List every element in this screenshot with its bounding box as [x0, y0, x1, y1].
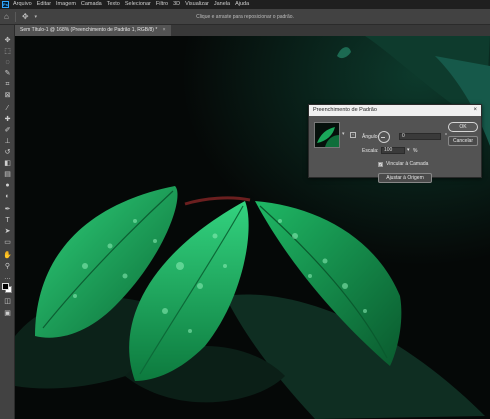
angle-unit: °: [445, 133, 447, 139]
pattern-preview-thumbnail[interactable]: [314, 122, 340, 148]
dodge-icon[interactable]: ◐: [2, 192, 13, 202]
photoshop-logo-icon: Ps: [2, 1, 9, 8]
angle-label: Ângulo:: [362, 134, 379, 140]
document-canvas[interactable]: [15, 36, 490, 419]
move-icon[interactable]: ✥: [2, 36, 13, 46]
stamp-icon[interactable]: ⊥: [2, 137, 13, 147]
gradient-icon[interactable]: ▤: [2, 170, 13, 180]
document-tab-title: Sem Título-1 @ 168% (Preenchimento de Pa…: [20, 27, 158, 33]
eraser-icon[interactable]: ◧: [2, 159, 13, 169]
rectangle-icon[interactable]: ▭: [2, 238, 13, 248]
zoom-icon[interactable]: ⚲: [2, 262, 13, 272]
close-icon[interactable]: ×: [473, 105, 477, 116]
tools-panel: ✥ ⬚ ◌ ✎ ⌗ ⊠ ⁄ ✚ ✐ ⊥ ↺ ◧ ▤ ● ◐ ✒ T ➤ ▭ ✋ …: [0, 25, 15, 419]
scale-label: Escala:: [362, 148, 379, 154]
marquee-icon[interactable]: ⬚: [2, 47, 13, 57]
foreground-color-swatch[interactable]: [2, 283, 9, 290]
scale-chevron-icon[interactable]: ▾: [407, 147, 410, 153]
scale-input[interactable]: 100: [381, 147, 405, 154]
crop-icon[interactable]: ⌗: [2, 80, 13, 90]
document-tab[interactable]: Sem Título-1 @ 168% (Preenchimento de Pa…: [15, 25, 171, 36]
menu-editar[interactable]: Editar: [37, 0, 51, 9]
chevron-down-icon[interactable]: ▾: [35, 9, 38, 25]
pattern-picker-chevron-icon[interactable]: ▾: [342, 131, 345, 137]
type-icon[interactable]: T: [2, 216, 13, 226]
link-with-layer-checkbox[interactable]: ✓: [378, 162, 383, 167]
quick-mask-icon[interactable]: ◫: [2, 297, 13, 307]
dialog-titlebar[interactable]: Preenchimento de Padrão ×: [309, 105, 481, 116]
cancel-button[interactable]: Cancelar: [448, 136, 478, 146]
menu-visualizar[interactable]: Visualizar: [185, 0, 209, 9]
menu-selecionar[interactable]: Selecionar: [125, 0, 151, 9]
frame-icon[interactable]: ⊠: [2, 91, 13, 101]
move-tool-preset-icon[interactable]: ✥: [22, 9, 29, 25]
blur-icon[interactable]: ●: [2, 181, 13, 191]
menu-texto[interactable]: Texto: [107, 0, 120, 9]
link-with-layer-label: Vincular à Camada: [386, 161, 429, 167]
angle-input[interactable]: 0: [399, 133, 441, 140]
menu-janela[interactable]: Janela: [214, 0, 230, 9]
options-hint: Clique e arraste para reposicionar o pad…: [196, 14, 294, 20]
menu-3d[interactable]: 3D: [173, 0, 180, 9]
leaf-photo: [15, 36, 490, 419]
menu-camada[interactable]: Camada: [81, 0, 102, 9]
home-icon[interactable]: ⌂: [4, 9, 9, 25]
close-icon[interactable]: ×: [163, 27, 166, 33]
pen-icon[interactable]: ✒: [2, 205, 13, 215]
options-bar: Clique e arraste para reposicionar o pad…: [0, 9, 490, 25]
angle-dial[interactable]: [378, 131, 390, 143]
pattern-fill-dialog: Preenchimento de Padrão × ▾ + Ângulo: 0 …: [308, 104, 482, 183]
lasso-icon[interactable]: ◌: [2, 58, 13, 68]
options-divider: [14, 11, 16, 22]
ok-button[interactable]: OK: [448, 122, 478, 132]
hand-icon[interactable]: ✋: [2, 251, 13, 261]
brush-icon[interactable]: ✐: [2, 126, 13, 136]
dialog-title: Preenchimento de Padrão: [313, 107, 377, 113]
menu-bar: Ps Arquivo Editar Imagem Camada Texto Se…: [0, 0, 490, 9]
healing-icon[interactable]: ✚: [2, 115, 13, 125]
document-tab-bar: Sem Título-1 @ 168% (Preenchimento de Pa…: [15, 25, 490, 36]
screen-mode-icon[interactable]: ▣: [2, 309, 13, 319]
menu-filtro[interactable]: Filtro: [156, 0, 168, 9]
menu-imagem[interactable]: Imagem: [56, 0, 76, 9]
eyedropper-icon[interactable]: ⁄: [2, 104, 13, 114]
menu-ajuda[interactable]: Ajuda: [235, 0, 249, 9]
scale-unit: %: [413, 148, 418, 154]
history-brush-icon[interactable]: ↺: [2, 148, 13, 158]
dialog-body: ▾ + Ângulo: 0 ° Escala: 100 ▾ % ✓ Vincul…: [309, 116, 481, 183]
path-select-icon[interactable]: ➤: [2, 227, 13, 237]
quick-select-icon[interactable]: ✎: [2, 69, 13, 79]
more-icon[interactable]: …: [2, 273, 13, 283]
snap-to-origin-button[interactable]: Ajustar à Origem: [378, 173, 432, 183]
new-preset-icon[interactable]: +: [350, 132, 356, 138]
